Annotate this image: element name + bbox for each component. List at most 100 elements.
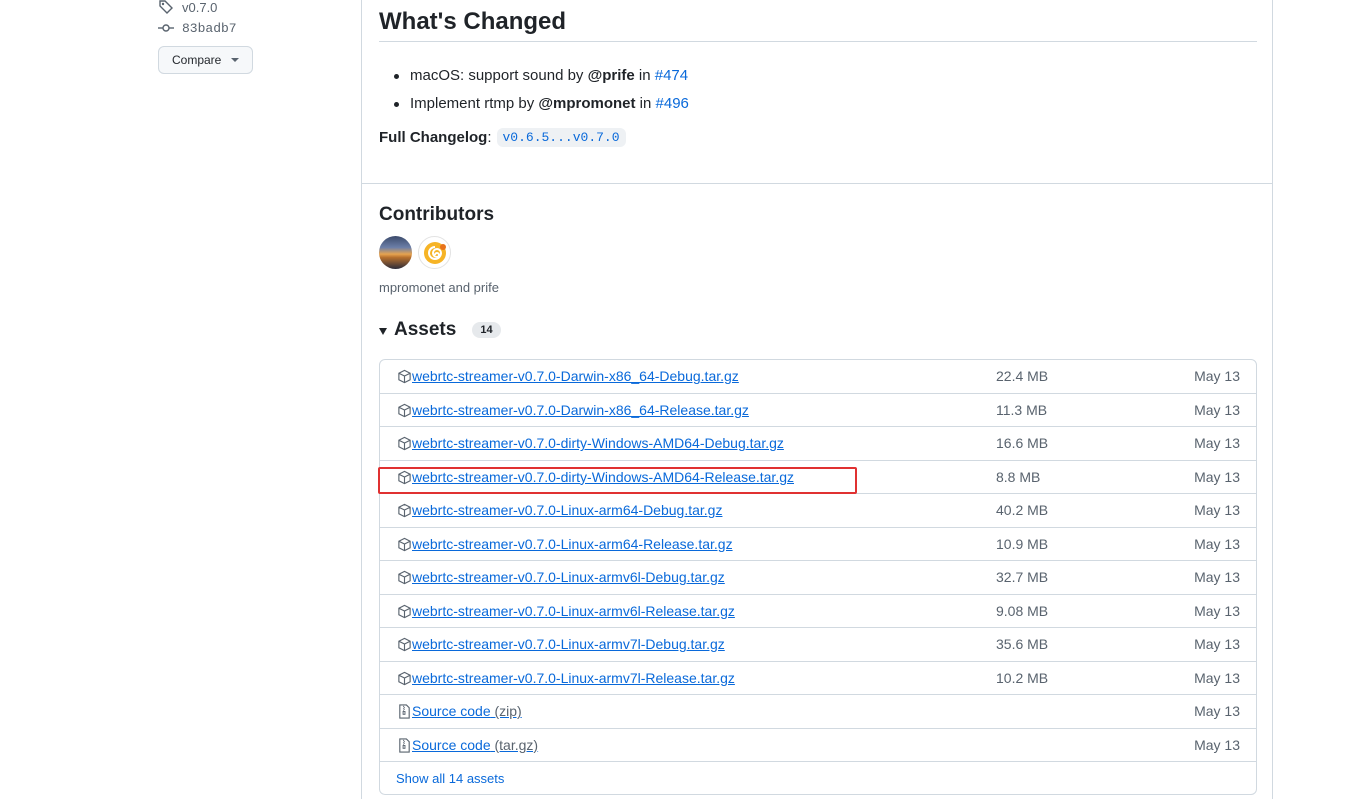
chevron-down-icon <box>231 58 240 62</box>
asset-link[interactable]: webrtc-streamer-v0.7.0-dirty-Windows-AMD… <box>412 435 784 451</box>
source-tgz-link[interactable]: Source code (tar.gz) <box>412 737 538 753</box>
asset-date: May 13 <box>1194 736 1240 753</box>
tag-label: v0.7.0 <box>182 0 218 15</box>
table-row: Source code (tar.gz) May 13 <box>380 729 1256 762</box>
asset-size: 22.4 MB <box>996 368 1049 385</box>
asset-link[interactable]: webrtc-streamer-v0.7.0-Linux-arm64-Relea… <box>412 536 733 552</box>
asset-link[interactable]: webrtc-streamer-v0.7.0-Linux-armv7l-Debu… <box>412 636 725 652</box>
asset-link[interactable]: webrtc-streamer-v0.7.0-Linux-armv7l-Rele… <box>412 670 735 686</box>
contributors-heading: Contributors <box>379 204 495 225</box>
asset-size: 9.08 MB <box>996 602 1049 619</box>
package-icon <box>398 369 411 384</box>
table-row: webrtc-streamer-v0.7.0-dirty-Windows-AMD… <box>380 461 1256 494</box>
commit-link[interactable]: 83badb7 <box>158 18 237 38</box>
change-in: in <box>635 95 656 112</box>
package-icon <box>398 604 411 618</box>
table-row: webrtc-streamer-v0.7.0-Linux-armv6l-Rele… <box>380 595 1256 628</box>
contributor-names: mpromonet and prife <box>379 280 499 295</box>
asset-link[interactable]: webrtc-streamer-v0.7.0-dirty-Windows-AMD… <box>412 469 794 485</box>
avatar[interactable] <box>418 236 451 269</box>
asset-link[interactable]: webrtc-streamer-v0.7.0-Darwin-x86_64-Deb… <box>412 368 739 384</box>
asset-date: May 13 <box>1194 669 1240 686</box>
section-divider <box>362 183 1272 184</box>
compare-label: Compare <box>172 53 222 67</box>
asset-size: 8.8 MB <box>996 468 1041 485</box>
show-all-assets-link[interactable]: Show all 14 assets <box>380 762 1256 794</box>
table-row: webrtc-streamer-v0.7.0-Linux-armv6l-Debu… <box>380 561 1256 595</box>
package-icon <box>398 470 411 484</box>
source-ext: (tar.gz) <box>494 736 539 753</box>
changes-list: macOS: support sound by @prife in #474 I… <box>394 62 689 118</box>
change-text: Implement rtmp by <box>410 95 539 112</box>
pr-link[interactable]: #496 <box>656 95 689 112</box>
package-icon <box>398 637 411 652</box>
tag-icon <box>158 0 174 15</box>
release-card: What's Changed macOS: support sound by @… <box>361 0 1273 799</box>
asset-link[interactable]: webrtc-streamer-v0.7.0-Linux-armv6l-Debu… <box>412 569 725 585</box>
asset-link[interactable]: webrtc-streamer-v0.7.0-Linux-armv6l-Rele… <box>412 603 735 619</box>
change-in: in <box>634 67 655 84</box>
heading-divider <box>379 41 1257 42</box>
asset-link[interactable]: webrtc-streamer-v0.7.0-Darwin-x86_64-Rel… <box>412 402 749 418</box>
full-changelog-link[interactable]: v0.6.5...v0.7.0 <box>496 128 626 147</box>
file-zip-icon <box>399 737 410 753</box>
asset-date: May 13 <box>1194 435 1240 452</box>
asset-size: 32.7 MB <box>996 569 1049 586</box>
asset-link[interactable]: webrtc-streamer-v0.7.0-Linux-arm64-Debug… <box>412 502 722 518</box>
assets-heading: Assets <box>394 319 457 340</box>
assets-count-badge: 14 <box>472 322 501 338</box>
asset-date: May 13 <box>1194 502 1240 519</box>
asset-size: 11.3 MB <box>996 401 1048 418</box>
contributor-avatars <box>379 236 451 269</box>
whats-changed-heading: What's Changed <box>379 8 567 35</box>
package-icon <box>398 537 411 551</box>
table-row: webrtc-streamer-v0.7.0-Linux-armv7l-Debu… <box>380 628 1256 662</box>
source-ext: (zip) <box>494 703 522 720</box>
asset-size: 40.2 MB <box>996 502 1049 519</box>
asset-date: May 13 <box>1194 636 1240 653</box>
table-row: Source code (zip) May 13 <box>380 695 1256 729</box>
table-row: webrtc-streamer-v0.7.0-Darwin-x86_64-Rel… <box>380 394 1256 427</box>
list-item: macOS: support sound by @prife in #474 <box>394 62 689 90</box>
table-row: webrtc-streamer-v0.7.0-Linux-arm64-Debug… <box>380 494 1256 528</box>
git-commit-icon <box>158 20 174 36</box>
compare-button[interactable]: Compare <box>158 46 253 74</box>
package-icon <box>398 403 411 417</box>
assets-toggle[interactable]: Assets 14 <box>379 319 501 341</box>
package-icon <box>398 671 411 685</box>
asset-date: May 13 <box>1194 569 1240 586</box>
triangle-down-icon <box>379 327 387 335</box>
table-row: webrtc-streamer-v0.7.0-Darwin-x86_64-Deb… <box>380 360 1256 394</box>
tag-link[interactable]: v0.7.0 <box>158 0 217 17</box>
avatar[interactable] <box>379 236 412 269</box>
author-link[interactable]: @prife <box>588 67 635 84</box>
table-row: webrtc-streamer-v0.7.0-dirty-Windows-AMD… <box>380 427 1256 461</box>
change-text: macOS: support sound by <box>410 67 588 84</box>
asset-date: May 13 <box>1194 535 1240 552</box>
asset-date: May 13 <box>1194 401 1240 418</box>
package-icon <box>398 570 411 585</box>
asset-size: 16.6 MB <box>996 435 1049 452</box>
asset-date: May 13 <box>1194 703 1240 720</box>
full-changelog-sep: : <box>487 129 492 146</box>
asset-date: May 13 <box>1194 602 1240 619</box>
asset-size: 10.2 MB <box>996 669 1049 686</box>
source-label: Source code <box>412 703 491 720</box>
author-link[interactable]: @mpromonet <box>538 95 635 112</box>
list-item: Implement rtmp by @mpromonet in #496 <box>394 90 689 118</box>
assets-list: webrtc-streamer-v0.7.0-Darwin-x86_64-Deb… <box>379 359 1257 795</box>
source-zip-link[interactable]: Source code (zip) <box>412 703 522 719</box>
commit-label: 83badb7 <box>182 20 237 36</box>
asset-date: May 13 <box>1194 368 1240 385</box>
table-row: webrtc-streamer-v0.7.0-Linux-armv7l-Rele… <box>380 662 1256 695</box>
full-changelog: Full Changelog: v0.6.5...v0.7.0 <box>379 128 626 147</box>
pr-link[interactable]: #474 <box>655 67 688 84</box>
file-zip-icon <box>399 704 410 719</box>
asset-size: 10.9 MB <box>996 535 1049 552</box>
asset-date: May 13 <box>1194 468 1240 485</box>
asset-size: 35.6 MB <box>996 636 1049 653</box>
source-label: Source code <box>412 736 491 753</box>
table-row: webrtc-streamer-v0.7.0-Linux-arm64-Relea… <box>380 528 1256 561</box>
package-icon <box>398 436 411 451</box>
package-icon <box>398 503 411 518</box>
